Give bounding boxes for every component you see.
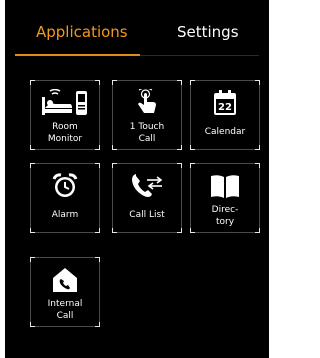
tab-divider (140, 55, 259, 56)
app-label: Call List (129, 210, 165, 220)
directory-book-icon (191, 172, 259, 200)
svg-text:22: 22 (218, 102, 232, 113)
calendar-icon: 22 (191, 89, 259, 117)
app-label: Alarm (51, 210, 79, 220)
room-monitor-icon (31, 89, 99, 117)
call-list-icon (113, 172, 181, 200)
app-directory[interactable]: Direc-tory (190, 163, 260, 233)
app-label: Room Monitor (47, 122, 83, 144)
app-call-list[interactable]: Call List (112, 163, 182, 233)
app-calendar[interactable]: 22 Calendar (190, 80, 260, 150)
app-label: 1 Touch Call (129, 122, 165, 144)
app-label: Internal Call (47, 299, 83, 321)
phone-screen: Applications Settings Room Monitor 1 Tou… (5, 0, 269, 358)
internal-call-icon (31, 266, 99, 294)
alarm-clock-icon (31, 172, 99, 200)
tab-settings[interactable]: Settings (177, 22, 239, 42)
app-alarm[interactable]: Alarm (30, 163, 100, 233)
app-one-touch-call[interactable]: 1 Touch Call (112, 80, 182, 150)
tab-applications[interactable]: Applications (36, 22, 128, 42)
app-label: Direc-tory (211, 205, 239, 227)
one-touch-call-icon (113, 89, 181, 117)
app-internal-call[interactable]: Internal Call (30, 257, 100, 327)
active-tab-indicator (15, 54, 140, 56)
app-room-monitor[interactable]: Room Monitor (30, 80, 100, 150)
app-label: Calendar (204, 127, 246, 137)
tab-bar: Applications Settings (5, 0, 269, 58)
